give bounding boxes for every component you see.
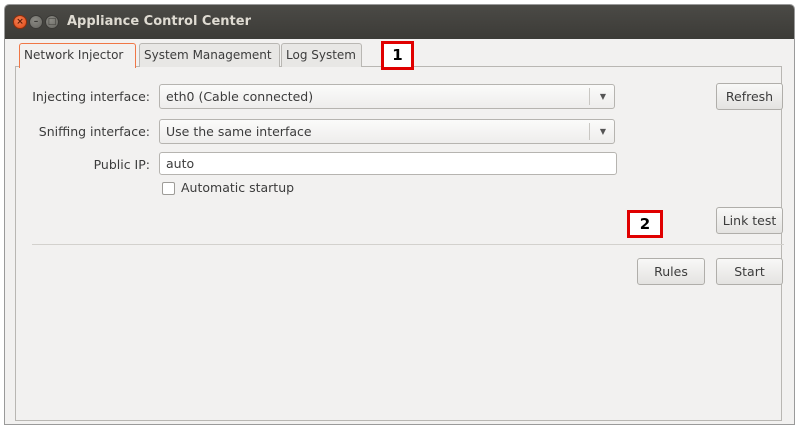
sniffing-interface-label: Sniffing interface: <box>38 124 150 139</box>
window-minimize-button[interactable]: – <box>29 15 43 29</box>
combo-separator <box>589 88 590 105</box>
sniffing-interface-select[interactable]: Use the same interface ▼ <box>159 119 615 144</box>
refresh-button[interactable]: Refresh <box>716 83 783 110</box>
automatic-startup-checkbox[interactable] <box>162 182 175 195</box>
annotation-marker-1: 1 <box>381 41 414 70</box>
title-bar: × – □ Appliance Control Center <box>5 5 794 39</box>
automatic-startup-label: Automatic startup <box>181 180 295 195</box>
section-divider <box>32 244 784 245</box>
minimize-icon: – <box>33 17 39 27</box>
injecting-interface-value: eth0 (Cable connected) <box>166 89 314 104</box>
sniffing-interface-value: Use the same interface <box>166 124 312 139</box>
rules-button[interactable]: Rules <box>637 258 705 285</box>
window-maximize-button[interactable]: □ <box>45 15 59 29</box>
close-icon: × <box>16 17 24 27</box>
public-ip-label: Public IP: <box>93 157 150 172</box>
public-ip-input[interactable]: auto <box>159 152 617 175</box>
annotation-marker-2: 2 <box>627 210 663 238</box>
tab-system-management[interactable]: System Management <box>139 43 280 67</box>
window-title: Appliance Control Center <box>67 14 251 29</box>
window-close-button[interactable]: × <box>13 15 27 29</box>
combo-separator <box>589 123 590 140</box>
start-button[interactable]: Start <box>716 258 783 285</box>
injecting-interface-label: Injecting interface: <box>32 89 150 104</box>
maximize-icon: □ <box>47 17 57 27</box>
injecting-interface-select[interactable]: eth0 (Cable connected) ▼ <box>159 84 615 109</box>
tab-log-system[interactable]: Log System <box>281 43 362 67</box>
chevron-down-icon: ▼ <box>599 127 606 136</box>
link-test-button[interactable]: Link test <box>716 207 783 234</box>
chevron-down-icon: ▼ <box>599 92 606 101</box>
tab-network-injector[interactable]: Network Injector <box>19 43 136 68</box>
